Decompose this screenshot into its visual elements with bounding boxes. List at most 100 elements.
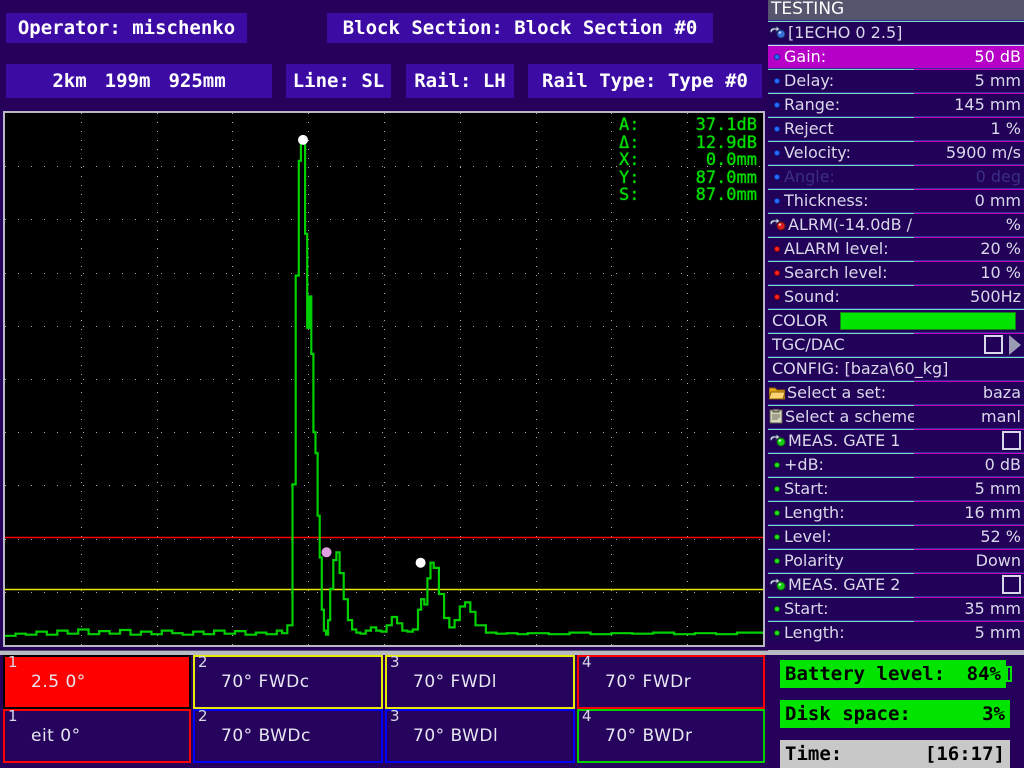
trace-color-swatch[interactable]: [840, 312, 1016, 330]
sidebar-row-select-a-set[interactable]: Select a set:baza: [768, 380, 1024, 404]
sidebar-row-config[interactable]: CONFIG: [baza\60_kg]: [768, 356, 1024, 380]
sidebar-row-reject[interactable]: Reject1 %: [768, 116, 1024, 140]
sidebar-row-label: TGC/DAC: [772, 334, 845, 356]
channel-number: 2: [198, 655, 208, 670]
sidebar-row-value-cell[interactable]: 1 %: [914, 117, 1024, 141]
sidebar-row-meas-gate-2[interactable]: MEAS. GATE 2: [768, 572, 1024, 596]
ascan-frame: A:37.1dBΔ:12.9dBX:0.0mmY:87.0mmS:87.0mm: [3, 111, 765, 647]
sidebar-row-gate1-plus-db[interactable]: +dB:0 dB: [768, 452, 1024, 476]
sidebar-row-value-cell[interactable]: 20 %: [914, 237, 1024, 261]
bullet-blue-icon: [775, 103, 779, 107]
time-label: Time:: [780, 743, 842, 765]
position-field[interactable]: 2km 199m 925mm: [6, 64, 272, 98]
sidebar-row-label-cell: CONFIG: [baza\60_kg]: [768, 357, 1024, 381]
chevron-right-icon[interactable]: [1009, 335, 1021, 355]
sidebar-row-alarm-level[interactable]: ALARM level:20 %: [768, 236, 1024, 260]
sidebar-row-label-cell: TGC/DAC: [768, 333, 914, 357]
block-section-field[interactable]: Block Section: Block Section #0: [327, 13, 713, 43]
peak-marker[interactable]: [416, 558, 426, 568]
sidebar-row-value-cell[interactable]: [914, 333, 1024, 357]
sidebar-row-value-cell[interactable]: [914, 429, 1024, 453]
sidebar-row-value: 5900 m/s: [946, 142, 1021, 164]
sidebar-row-value-cell[interactable]: 10 %: [914, 261, 1024, 285]
sidebar-row-value: 145 mm: [954, 94, 1021, 116]
sidebar-row-label: Range:: [784, 94, 840, 116]
sidebar-row-value-cell[interactable]: 16 mm: [914, 501, 1024, 525]
sidebar-row-value: 20 %: [980, 238, 1021, 260]
sidebar-row-gate1-start[interactable]: Start:5 mm: [768, 476, 1024, 500]
channel-button-row2-2[interactable]: 270° BWDc: [193, 709, 383, 763]
sidebar-row-tgc-dac[interactable]: TGC/DAC: [768, 332, 1024, 356]
sidebar-row-gate1-polarity[interactable]: PolarityDown: [768, 548, 1024, 572]
sidebar-row-value: 10 %: [980, 262, 1021, 284]
sidebar-row-gain[interactable]: Gain:50 dB: [768, 44, 1024, 68]
channel-button-row2-4[interactable]: 470° BWDr: [577, 709, 765, 763]
channel-button-row1-2[interactable]: 2 70° FWDc: [193, 655, 383, 709]
disk-value: 3%: [982, 703, 1010, 725]
sidebar-row-angle[interactable]: Angle:0 deg: [768, 164, 1024, 188]
rail-field[interactable]: Rail: LH: [406, 64, 514, 98]
sidebar-row-label-cell: Thickness:: [768, 189, 914, 213]
sidebar-row-probe-config[interactable]: [1ECHO 0 2.5]: [768, 20, 1024, 44]
line-field[interactable]: Line: SL: [286, 64, 391, 98]
peak-marker[interactable]: [298, 135, 308, 145]
sidebar-row-label-cell: Select a scheme:: [768, 405, 914, 429]
status-divider: [768, 650, 1024, 655]
sidebar-row-value-cell[interactable]: manl: [914, 405, 1024, 429]
channel-button-row1-1[interactable]: 12.5 0°: [3, 655, 191, 709]
sidebar-row-value-cell[interactable]: 5900 m/s: [914, 141, 1024, 165]
sidebar-row-value-cell[interactable]: 5 mm: [914, 477, 1024, 501]
channel-row-forward: 12.5 0° 2 70° FWDc 370° FWDl470° FWDr: [0, 655, 768, 709]
sidebar-row-value-cell[interactable]: 0 mm: [914, 189, 1024, 213]
sidebar-row-meas-gate-1[interactable]: MEAS. GATE 1: [768, 428, 1024, 452]
rail-type-field[interactable]: Rail Type: Type #0: [528, 64, 762, 98]
sidebar-row-value-cell[interactable]: 5 mm: [914, 69, 1024, 93]
sidebar-row-gate1-level[interactable]: Level:52 %: [768, 524, 1024, 548]
position-m: 199m: [96, 70, 160, 92]
peak-marker[interactable]: [322, 547, 332, 557]
sidebar-row-value-cell[interactable]: 52 %: [914, 525, 1024, 549]
sidebar-row-sound[interactable]: Sound:500Hz: [768, 284, 1024, 308]
channel-button-row1-3[interactable]: 370° FWDl: [385, 655, 575, 709]
channel-number: 2: [198, 709, 208, 724]
sidebar-rows: [1ECHO 0 2.5]Gain:50 dBDelay:5 mmRange: 1…: [768, 20, 1024, 644]
operator-field[interactable]: Operator: mischenko: [6, 13, 247, 43]
sidebar-row-value-cell[interactable]: 5 mm: [914, 621, 1024, 645]
sidebar-row-value-cell[interactable]: 50 dB: [914, 45, 1024, 69]
sidebar-row-value-cell[interactable]: Down: [914, 549, 1024, 573]
sidebar-row-gate2-start[interactable]: Start:35 mm: [768, 596, 1024, 620]
sidebar-row-select-a-scheme[interactable]: Select a scheme:manl: [768, 404, 1024, 428]
channel-label: 70° FWDc: [221, 672, 310, 692]
checkbox-unchecked-icon[interactable]: [984, 335, 1003, 354]
checkbox-unchecked-icon[interactable]: [1002, 431, 1021, 450]
sidebar-row-value-cell[interactable]: 0 deg: [914, 165, 1024, 189]
bullet-green-icon: [775, 535, 779, 539]
checkbox-unchecked-icon[interactable]: [1002, 575, 1021, 594]
sidebar-row-label-cell: Angle:: [768, 165, 914, 189]
channel-button-row2-3[interactable]: 370° BWDl: [385, 709, 575, 763]
channel-button-row1-4[interactable]: 470° FWDr: [577, 655, 765, 709]
sidebar-row-gate2-length[interactable]: Length:5 mm: [768, 620, 1024, 644]
sidebar-row-color[interactable]: COLOR: [768, 308, 1024, 332]
channel-label: 70° BWDl: [413, 726, 498, 746]
sidebar-row-thickness[interactable]: Thickness:0 mm: [768, 188, 1024, 212]
sidebar-row-value-cell[interactable]: 500Hz: [914, 285, 1024, 309]
sidebar-row-value-cell[interactable]: 145 mm: [914, 93, 1024, 117]
sidebar-row-value-cell[interactable]: %: [914, 213, 1024, 237]
sidebar-row-range[interactable]: Range: 145 mm: [768, 92, 1024, 116]
sidebar-row-gate1-length[interactable]: Length:16 mm: [768, 500, 1024, 524]
channel-button-row2-1[interactable]: 1eit 0°: [3, 709, 191, 763]
sidebar-row-delay[interactable]: Delay:5 mm: [768, 68, 1024, 92]
sidebar-row-value-cell[interactable]: [914, 573, 1024, 597]
sidebar-row-value-cell[interactable]: 0 dB: [914, 453, 1024, 477]
sidebar-row-label: [1ECHO 0 2.5]: [788, 22, 902, 44]
bullet-green-icon: [775, 607, 779, 611]
bullet-green-icon: [775, 487, 779, 491]
sidebar-row-velocity[interactable]: Velocity:5900 m/s: [768, 140, 1024, 164]
sidebar-row-value-cell[interactable]: 35 mm: [914, 597, 1024, 621]
sidebar-row-label-cell: Sound:: [768, 285, 914, 309]
sidebar-row-alarm-group[interactable]: ALRM(-14.0dB / -8.0dB)%: [768, 212, 1024, 236]
sidebar-row-search-level[interactable]: Search level:10 %: [768, 260, 1024, 284]
sidebar-row-value-cell[interactable]: baza: [914, 381, 1024, 405]
bullet-green-icon: [775, 463, 779, 467]
